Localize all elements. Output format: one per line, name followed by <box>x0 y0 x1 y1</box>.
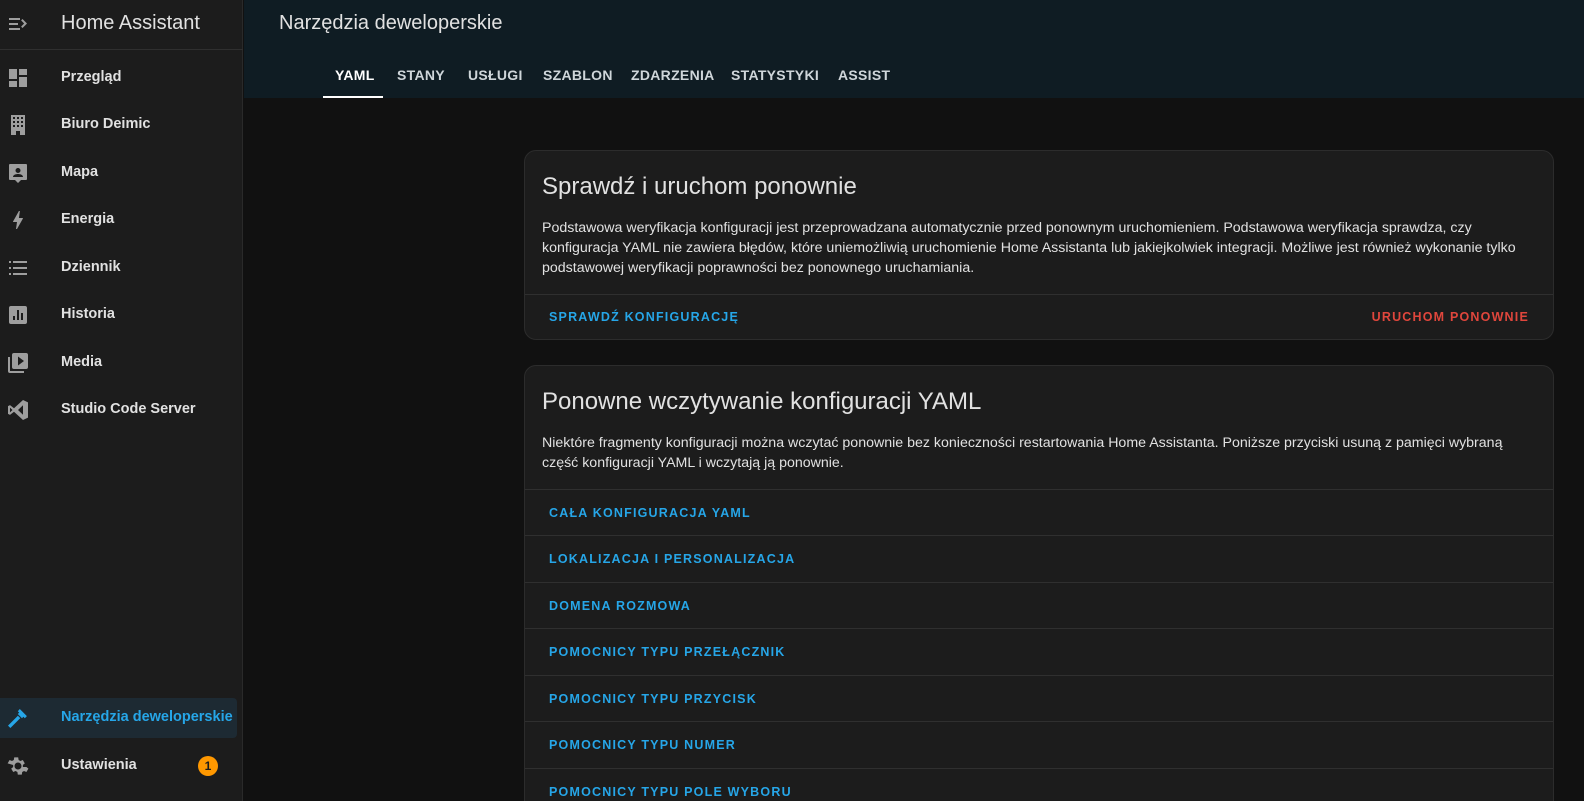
card-divider <box>525 294 1553 295</box>
sidebar-item-label: Historia <box>61 306 115 322</box>
sidebar-item-historia[interactable]: Historia <box>0 295 243 335</box>
sidebar-item-label: Przegląd <box>61 69 122 85</box>
page-title: Narzędzia deweloperskie <box>279 12 503 34</box>
reload-label: POMOCNICY TYPU PRZYCISK <box>549 692 757 706</box>
reload-label: LOKALIZACJA I PERSONALIZACJA <box>549 552 796 566</box>
reload-label: DOMENA ROZMOWA <box>549 599 692 613</box>
gear-icon <box>7 757 29 775</box>
tab-zdarzenia[interactable]: ZDARZENIA <box>619 58 717 98</box>
tab-label: STANY <box>397 67 445 83</box>
reload-label: POMOCNICY TYPU PRZEŁĄCZNIK <box>549 645 786 659</box>
reload-input-button-button[interactable]: POMOCNICY TYPU PRZYCISK <box>525 675 1553 722</box>
restart-button[interactable]: URUCHOM PONOWNIE <box>1372 310 1529 324</box>
lightning-icon <box>13 211 23 229</box>
main-content: Sprawdź i uruchom ponownie Podstawowa we… <box>244 98 1584 801</box>
card-title: Sprawdź i uruchom ponownie <box>542 173 857 200</box>
reload-label: POMOCNICY TYPU NUMER <box>549 738 736 752</box>
sidebar-item-energia[interactable]: Energia <box>0 200 243 240</box>
reload-label: POMOCNICY TYPU POLE WYBORU <box>549 785 792 799</box>
dashboard-icon <box>9 69 27 87</box>
building-icon <box>11 115 25 135</box>
tab-label: SZABLON <box>543 67 613 83</box>
tab-szablon[interactable]: SZABLON <box>531 58 616 98</box>
sidebar-item-label: Energia <box>61 211 115 227</box>
sidebar-item-mapa[interactable]: Mapa <box>0 153 243 193</box>
sidebar-item-przeglad[interactable]: Przegląd <box>0 58 243 98</box>
tab-stany[interactable]: STANY <box>385 58 453 98</box>
reload-input-number-button[interactable]: POMOCNICY TYPU NUMER <box>525 721 1553 768</box>
sidebar-item-label: Biuro Deimic <box>61 116 151 132</box>
card-description: Podstawowa weryfikacja konfiguracji jest… <box>542 220 1516 276</box>
tab-label: USŁUGI <box>468 67 523 83</box>
reload-all-yaml-button[interactable]: CAŁA KONFIGURACJA YAML <box>525 489 1553 536</box>
tab-assist[interactable]: ASSIST <box>826 58 894 98</box>
reload-yaml-card: Ponowne wczytywanie konfiguracji YAML Ni… <box>524 365 1554 801</box>
reload-label: CAŁA KONFIGURACJA YAML <box>549 506 751 520</box>
tab-label: STATYSTYKI <box>731 67 820 83</box>
sidebar-item-label: Ustawienia <box>61 757 137 773</box>
sidebar-item-studio-code-server[interactable]: Studio Code Server <box>0 390 243 430</box>
sidebar-header: Home Assistant <box>0 0 243 50</box>
map-account-icon <box>9 164 27 183</box>
tab-statystyki[interactable]: STATYSTYKI <box>719 58 822 98</box>
sidebar-item-developer-tools[interactable]: Narzędzia deweloperskie <box>0 698 237 738</box>
check-config-button[interactable]: SPRAWDŹ KONFIGURACJĘ <box>549 310 739 324</box>
reload-core-button[interactable]: LOKALIZACJA I PERSONALIZACJA <box>525 535 1553 582</box>
sidebar: Home Assistant Przegląd Biuro Deimic Map… <box>0 0 243 801</box>
reload-input-select-button[interactable]: POMOCNICY TYPU POLE WYBORU <box>525 768 1553 801</box>
sidebar-item-label: Media <box>61 354 103 370</box>
hammer-icon <box>8 709 27 728</box>
sidebar-item-biuro-deimic[interactable]: Biuro Deimic <box>0 105 243 145</box>
vscode-icon <box>8 400 28 420</box>
tab-label: ASSIST <box>838 67 891 83</box>
play-box-icon <box>8 353 28 373</box>
reload-conversation-button[interactable]: DOMENA ROZMOWA <box>525 582 1553 629</box>
check-restart-card: Sprawdź i uruchom ponownie Podstawowa we… <box>524 150 1554 340</box>
page-header: Narzędzia deweloperskie YAML STANY USŁUG… <box>244 0 1584 98</box>
menu-open-icon[interactable] <box>6 12 30 36</box>
notification-badge: 1 <box>198 756 218 776</box>
logbook-icon <box>9 261 27 275</box>
card-description: Niektóre fragmenty konfiguracji można wc… <box>542 435 1503 471</box>
tab-label: ZDARZENIA <box>631 67 715 83</box>
tab-label: YAML <box>335 67 375 83</box>
app-title: Home Assistant <box>61 12 200 34</box>
app-root: Home Assistant Przegląd Biuro Deimic Map… <box>0 0 1584 801</box>
card-title: Ponowne wczytywanie konfiguracji YAML <box>542 388 982 415</box>
sidebar-item-settings[interactable]: Ustawienia 1 <box>0 746 243 786</box>
sidebar-item-media[interactable]: Media <box>0 343 243 383</box>
sidebar-item-label: Mapa <box>61 164 99 180</box>
sidebar-item-label: Dziennik <box>61 259 121 275</box>
sidebar-item-label: Studio Code Server <box>61 401 196 417</box>
chart-box-icon <box>9 306 27 324</box>
sidebar-item-dziennik[interactable]: Dziennik <box>0 248 243 288</box>
reload-input-boolean-button[interactable]: POMOCNICY TYPU PRZEŁĄCZNIK <box>525 628 1553 675</box>
sidebar-item-label: Narzędzia deweloperskie <box>61 709 233 725</box>
tab-uslugi[interactable]: USŁUGI <box>456 58 528 98</box>
tab-yaml[interactable]: YAML <box>323 58 383 98</box>
